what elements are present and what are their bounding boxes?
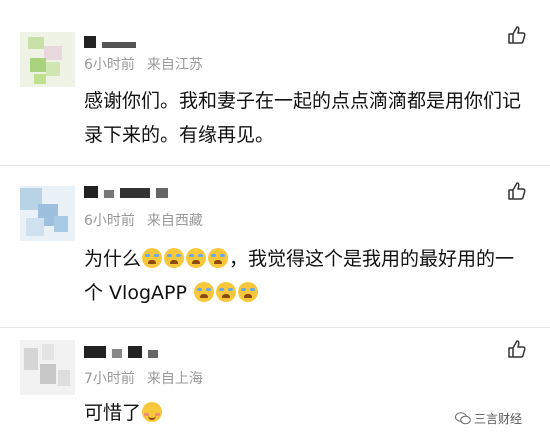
blushing-emoji-icon — [142, 402, 163, 422]
avatar[interactable] — [20, 32, 75, 87]
crying-emoji-icon — [193, 282, 214, 302]
comment-location: 来自江苏 — [146, 57, 203, 73]
crying-emoji-icon — [215, 282, 236, 302]
comment-time: 6小时前 — [84, 213, 135, 229]
thumbs-up-icon[interactable] — [506, 338, 528, 360]
crying-emoji-icon — [186, 248, 207, 268]
comment-time: 7小时前 — [84, 371, 135, 387]
comment-text: 感谢你们。我和妻子在一起的点点滴滴都是用你们记录下来的。有缘再见。 — [84, 90, 522, 146]
comment-location: 来自西藏 — [146, 213, 203, 229]
comment-meta: 7小时前 来自上海 — [84, 368, 203, 388]
avatar[interactable] — [20, 340, 75, 395]
crying-emoji-icon — [164, 248, 185, 268]
comment-time: 6小时前 — [84, 57, 135, 73]
avatar[interactable] — [20, 186, 75, 241]
comment-item: 6小时前 来自西藏 为什么 ，我觉得这个是我用的最好用的一个 VlogAPP — [0, 166, 550, 327]
wechat-icon — [455, 412, 471, 425]
comment-text-part: 可惜了 — [84, 402, 142, 424]
comment-item: 7小时前 来自上海 可惜了 — [0, 328, 550, 448]
thumbs-up-icon[interactable] — [506, 24, 528, 46]
crying-emoji-icon — [208, 248, 229, 268]
comment-location: 来自上海 — [146, 371, 203, 387]
crying-emoji-icon — [142, 248, 163, 268]
comment-text: 为什么 ，我觉得这个是我用的最好用的一个 VlogAPP — [84, 242, 524, 310]
comment-meta: 6小时前 来自西藏 — [84, 210, 203, 230]
comment-text-part: 为什么 — [84, 248, 142, 270]
comment-meta: 6小时前 来自江苏 — [84, 54, 203, 74]
watermark-label: 三言财经 — [474, 412, 523, 426]
watermark: 三言财经 — [455, 410, 522, 427]
thumbs-up-icon[interactable] — [506, 180, 528, 202]
comment-item: 6小时前 来自江苏 感谢你们。我和妻子在一起的点点滴滴都是用你们记录下来的。有缘再… — [0, 0, 550, 165]
crying-emoji-icon — [237, 282, 258, 302]
